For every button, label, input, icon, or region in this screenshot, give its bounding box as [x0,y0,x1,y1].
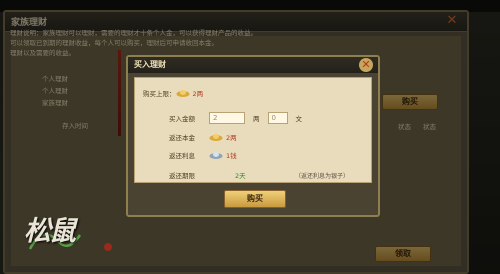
amount-row: 买入金额 2 两 0 文 [169,112,310,124]
interest-value: 1钱 [226,152,237,160]
period-value: 2天 [235,172,246,180]
interest-label: 返还利息 [169,152,195,160]
principal-label: 返还本金 [169,134,195,142]
gold-ingot-icon [176,90,189,97]
amount-wen-input[interactable]: 0 [267,112,288,124]
period-label: 返还期限 [169,172,195,180]
principal-value: 2两 [226,134,237,142]
dialog-title-bar: 买入理财 ✕ [128,57,378,73]
period-hint: （返还利息为银子） [295,172,350,180]
buy-finance-dialog: 买入理财 ✕ 购买上限： 2两 买入金额 2 两 0 文 返还本金 2两 返还利… [126,55,380,217]
interest-row: 返还利息 1钱 [169,150,237,160]
dialog-title: 买入理财 [134,60,166,69]
dialog-content-panel: 购买上限： 2两 买入金额 2 两 0 文 返还本金 2两 返还利息 1钱 返还… [134,77,372,183]
wen-unit-label: 文 [295,115,303,123]
principal-row: 返还本金 2两 [169,132,237,142]
purchase-limit-label: 购买上限： [143,90,176,98]
gold-ingot-icon [209,134,223,141]
dialog-close-icon[interactable]: ✕ [359,58,373,72]
amount-label: 买入金额 [169,115,195,123]
purchase-limit-row: 购买上限： 2两 [143,88,203,98]
period-row: 返还期限 2天 （返还利息为银子） [169,170,349,180]
game-logo-text: 松鼠 [24,216,76,247]
silver-ingot-icon [209,152,223,159]
amount-liang-input[interactable]: 2 [209,112,245,124]
dialog-buy-button[interactable]: 购买 [224,190,286,208]
liang-unit-label: 两 [253,115,260,123]
purchase-limit-value: 2两 [192,90,204,98]
